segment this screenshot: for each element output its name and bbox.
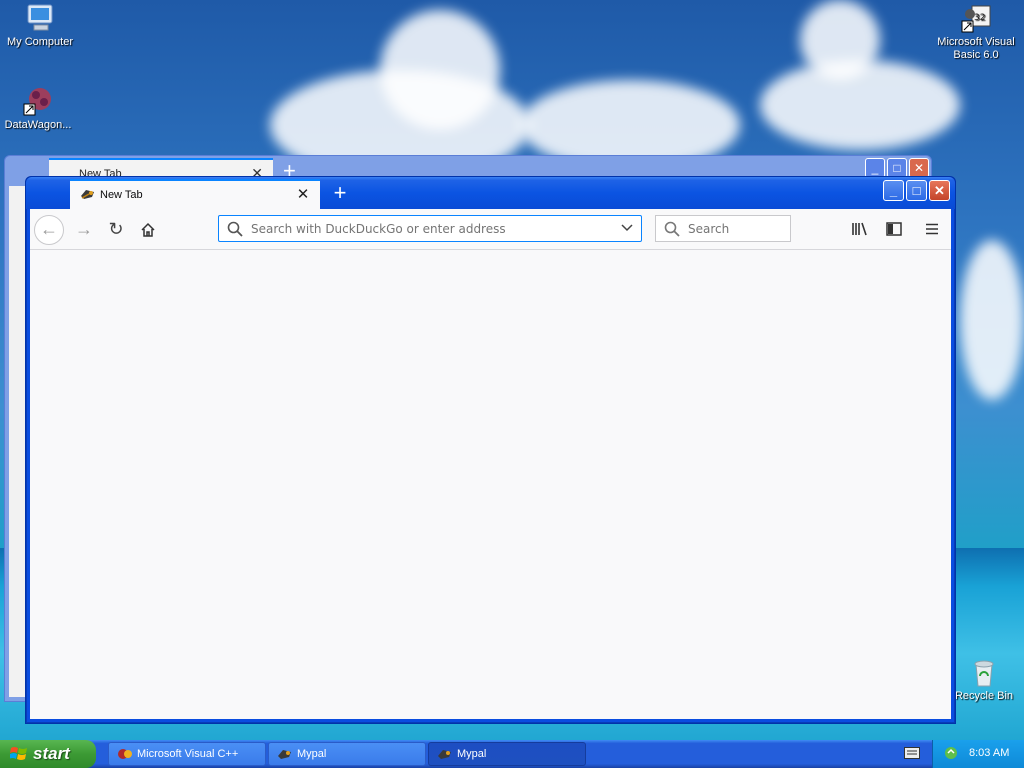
windows-flag-icon (10, 747, 27, 760)
task-label: Mypal (457, 748, 487, 760)
browser-window: New Tab ✕ + _ □ ✕ ← → ↻ (25, 176, 956, 724)
reload-icon[interactable]: ↻ (102, 215, 130, 243)
datawagon-icon (22, 85, 54, 117)
close-button[interactable]: ✕ (929, 180, 950, 201)
background-close-button[interactable]: ✕ (909, 158, 929, 178)
search-icon (664, 221, 680, 237)
mypal-icon (438, 750, 451, 759)
task-label: Mypal (297, 748, 327, 760)
background-maximize-button[interactable]: □ (887, 158, 907, 178)
taskbar-item-mypal-active[interactable]: Mypal (428, 742, 586, 766)
desktop-icon-my-computer[interactable]: My Computer (0, 2, 80, 49)
visual-cpp-icon (118, 749, 132, 759)
my-computer-icon (24, 2, 56, 34)
mypal-icon (278, 750, 291, 759)
search-bar[interactable] (655, 215, 791, 242)
desktop-icon-visual-basic[interactable]: 32 Microsoft Visual Basic 6.0 (934, 2, 1018, 62)
forward-icon[interactable]: → (70, 215, 98, 243)
clock[interactable]: 8:03 AM (969, 747, 1009, 759)
minimize-button[interactable]: _ (883, 180, 904, 201)
start-label: start (33, 744, 70, 763)
title-bar[interactable]: New Tab ✕ + _ □ ✕ (26, 177, 955, 209)
page-content[interactable] (30, 250, 951, 719)
url-bar[interactable] (218, 215, 642, 242)
desktop-icon-label: Recycle Bin (954, 690, 1014, 702)
recycle-bin-icon (968, 656, 1000, 688)
library-icon[interactable] (848, 217, 872, 241)
mypal-favicon-icon (81, 190, 94, 199)
keyboard-icon[interactable] (904, 747, 920, 759)
search-icon (227, 221, 243, 237)
network-icon[interactable] (943, 746, 959, 760)
taskbar: start Microsoft Visual C++ Mypal Mypal 8… (0, 740, 1024, 768)
svg-text:32: 32 (974, 13, 985, 23)
cloud (960, 240, 1024, 400)
visual-basic-icon: 32 (960, 2, 992, 34)
desktop-icon-datawagon[interactable]: DataWagon... (0, 85, 78, 132)
desktop-icon-label: My Computer (6, 36, 74, 48)
home-icon[interactable] (134, 215, 162, 243)
background-minimize-button[interactable]: _ (865, 158, 885, 178)
back-icon[interactable]: ← (34, 215, 64, 245)
cloud (380, 10, 500, 130)
url-input[interactable] (249, 221, 613, 237)
task-label: Microsoft Visual C++ (137, 748, 239, 760)
tab-close-icon[interactable]: ✕ (294, 186, 312, 204)
nav-toolbar: ← → ↻ (30, 209, 951, 250)
tab-title: New Tab (100, 189, 143, 201)
chevron-down-icon[interactable] (621, 221, 633, 236)
desktop-icon-recycle-bin[interactable]: Recycle Bin (944, 656, 1024, 703)
menu-icon[interactable] (920, 217, 944, 241)
new-tab-button[interactable]: + (328, 181, 352, 205)
system-tray: 8:03 AM (932, 740, 1024, 768)
desktop-icon-label: DataWagon... (4, 119, 72, 131)
start-button[interactable]: start (0, 740, 96, 768)
desktop-icon-label: Microsoft Visual Basic 6.0 (937, 36, 1015, 61)
search-input[interactable] (686, 221, 790, 237)
taskbar-item-mypal[interactable]: Mypal (268, 742, 426, 766)
maximize-button[interactable]: □ (906, 180, 927, 201)
tab-new-tab[interactable]: New Tab ✕ (70, 179, 320, 209)
taskbar-item-visual-cpp[interactable]: Microsoft Visual C++ (108, 742, 266, 766)
cloud (800, 0, 880, 80)
sidebar-icon[interactable] (882, 217, 906, 241)
